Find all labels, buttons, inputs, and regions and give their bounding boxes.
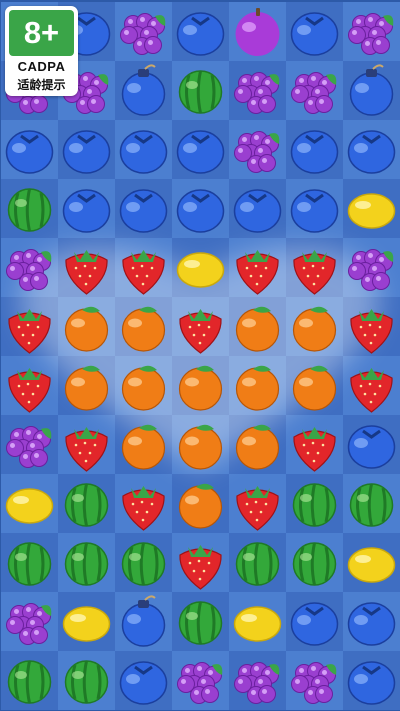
- blueberry-icon[interactable]: [286, 592, 343, 651]
- strawberry-icon[interactable]: [343, 297, 400, 356]
- orange-icon[interactable]: [58, 297, 115, 356]
- plum-icon[interactable]: [229, 2, 286, 61]
- grape-icon[interactable]: [229, 61, 286, 120]
- blueberry-icon[interactable]: [1, 120, 58, 179]
- blueberry-icon[interactable]: [115, 179, 172, 238]
- watermelon-icon[interactable]: [343, 474, 400, 533]
- watermelon-icon[interactable]: [172, 61, 229, 120]
- blueberry-icon[interactable]: [343, 651, 400, 710]
- game-board: 8+ CADPA 适龄提示: [0, 0, 400, 711]
- watermelon-icon[interactable]: [58, 474, 115, 533]
- grape-icon[interactable]: [229, 120, 286, 179]
- watermelon-icon[interactable]: [229, 533, 286, 592]
- watermelon-icon[interactable]: [286, 533, 343, 592]
- strawberry-icon[interactable]: [343, 356, 400, 415]
- blueberry-icon[interactable]: [286, 120, 343, 179]
- blueberry-icon[interactable]: [343, 120, 400, 179]
- orange-icon[interactable]: [229, 415, 286, 474]
- watermelon-icon[interactable]: [1, 179, 58, 238]
- grape-icon[interactable]: [1, 415, 58, 474]
- orange-icon[interactable]: [229, 297, 286, 356]
- strawberry-icon[interactable]: [1, 297, 58, 356]
- blueberry-icon[interactable]: [343, 592, 400, 651]
- orange-icon[interactable]: [58, 356, 115, 415]
- age-rating-badge: 8+ CADPA 适龄提示: [5, 6, 78, 96]
- lemon-icon[interactable]: [343, 179, 400, 238]
- blueberry-icon[interactable]: [286, 179, 343, 238]
- blueberry-icon[interactable]: [172, 2, 229, 61]
- grape-icon[interactable]: [286, 651, 343, 710]
- strawberry-icon[interactable]: [1, 356, 58, 415]
- lemon-icon[interactable]: [1, 474, 58, 533]
- blue-bomb-icon[interactable]: [115, 61, 172, 120]
- strawberry-icon[interactable]: [172, 533, 229, 592]
- lemon-icon[interactable]: [172, 238, 229, 297]
- watermelon-icon[interactable]: [1, 651, 58, 710]
- age-advisory-label: 适龄提示: [17, 78, 66, 92]
- watermelon-icon[interactable]: [115, 533, 172, 592]
- grape-icon[interactable]: [1, 238, 58, 297]
- blueberry-icon[interactable]: [172, 120, 229, 179]
- grape-icon[interactable]: [343, 238, 400, 297]
- age-rating: 8+: [9, 10, 74, 56]
- strawberry-icon[interactable]: [229, 474, 286, 533]
- orange-icon[interactable]: [172, 474, 229, 533]
- watermelon-icon[interactable]: [58, 533, 115, 592]
- orange-icon[interactable]: [115, 356, 172, 415]
- strawberry-icon[interactable]: [229, 238, 286, 297]
- blueberry-icon[interactable]: [115, 651, 172, 710]
- blueberry-icon[interactable]: [172, 179, 229, 238]
- orange-icon[interactable]: [172, 415, 229, 474]
- blueberry-icon[interactable]: [115, 120, 172, 179]
- orange-icon[interactable]: [172, 356, 229, 415]
- strawberry-icon[interactable]: [115, 474, 172, 533]
- strawberry-icon[interactable]: [172, 297, 229, 356]
- orange-icon[interactable]: [286, 356, 343, 415]
- watermelon-icon[interactable]: [286, 474, 343, 533]
- strawberry-icon[interactable]: [286, 238, 343, 297]
- watermelon-icon[interactable]: [1, 533, 58, 592]
- strawberry-icon[interactable]: [286, 415, 343, 474]
- grape-icon[interactable]: [229, 651, 286, 710]
- orange-icon[interactable]: [115, 415, 172, 474]
- grape-icon[interactable]: [172, 651, 229, 710]
- rating-organization: CADPA: [17, 59, 66, 74]
- blueberry-icon[interactable]: [58, 179, 115, 238]
- grape-icon[interactable]: [343, 2, 400, 61]
- watermelon-icon[interactable]: [172, 592, 229, 651]
- orange-icon[interactable]: [115, 297, 172, 356]
- grape-icon[interactable]: [115, 2, 172, 61]
- blue-bomb-icon[interactable]: [115, 592, 172, 651]
- blueberry-icon[interactable]: [58, 120, 115, 179]
- blue-bomb-icon[interactable]: [343, 61, 400, 120]
- grape-icon[interactable]: [286, 61, 343, 120]
- blueberry-icon[interactable]: [343, 415, 400, 474]
- lemon-icon[interactable]: [229, 592, 286, 651]
- lemon-icon[interactable]: [343, 533, 400, 592]
- strawberry-icon[interactable]: [58, 415, 115, 474]
- blueberry-icon[interactable]: [229, 179, 286, 238]
- strawberry-icon[interactable]: [115, 238, 172, 297]
- orange-icon[interactable]: [229, 356, 286, 415]
- orange-icon[interactable]: [286, 297, 343, 356]
- strawberry-icon[interactable]: [58, 238, 115, 297]
- lemon-icon[interactable]: [58, 592, 115, 651]
- grape-icon[interactable]: [1, 592, 58, 651]
- blueberry-icon[interactable]: [286, 2, 343, 61]
- watermelon-icon[interactable]: [58, 651, 115, 710]
